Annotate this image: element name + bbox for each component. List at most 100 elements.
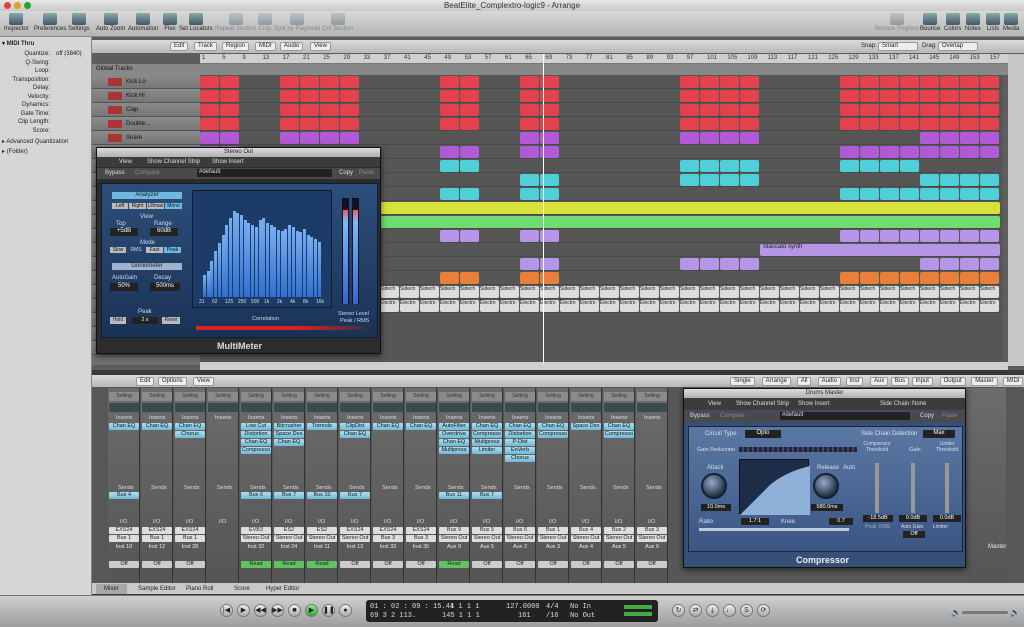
- limiter-button[interactable]: Limiter: [933, 524, 948, 530]
- automation-mode[interactable]: Off: [538, 561, 568, 568]
- mm-show-strip[interactable]: Show Channel Strip: [147, 159, 200, 165]
- region[interactable]: [460, 272, 479, 284]
- region[interactable]: [960, 90, 979, 102]
- region[interactable]: Sidech: [660, 286, 679, 298]
- region[interactable]: [920, 174, 939, 186]
- region[interactable]: [680, 104, 699, 116]
- region[interactable]: [740, 160, 759, 172]
- region[interactable]: Sidech: [840, 286, 859, 298]
- strip-setting-button[interactable]: Setting: [208, 392, 238, 401]
- region[interactable]: [940, 132, 959, 144]
- region[interactable]: [440, 230, 459, 242]
- toolbar-colors-button[interactable]: Colors: [944, 13, 961, 32]
- strip-setting-button[interactable]: Setting: [274, 392, 304, 401]
- input-slot[interactable]: EXS24: [406, 527, 436, 534]
- region[interactable]: Electro: [820, 300, 839, 312]
- insert-plugin-slot[interactable]: Chan EQ: [604, 423, 634, 430]
- region[interactable]: [840, 104, 859, 116]
- region[interactable]: [220, 90, 239, 102]
- region[interactable]: [380, 216, 1000, 228]
- automation-mode[interactable]: Off: [637, 561, 667, 568]
- arrange-horizontal-scrollbar[interactable]: [200, 362, 1008, 370]
- insert-plugin-slot[interactable]: Compresso: [472, 431, 502, 438]
- arrange-midi-menu[interactable]: MIDI: [255, 42, 276, 51]
- toolbar-bounce-button[interactable]: Bounce: [920, 13, 940, 32]
- insert-plugin-slot[interactable]: Chan EQ: [241, 439, 271, 446]
- automation-mode[interactable]: Off: [505, 561, 535, 568]
- region[interactable]: Sidech: [520, 286, 539, 298]
- region[interactable]: [300, 118, 319, 130]
- input-slot[interactable]: EXS24: [175, 527, 205, 534]
- eq-thumbnail[interactable]: [571, 403, 601, 412]
- circuit-type-select[interactable]: Opto: [745, 430, 781, 438]
- region[interactable]: [460, 230, 479, 242]
- region[interactable]: Sidech: [860, 286, 879, 298]
- output-slot[interactable]: Bus 3: [373, 535, 403, 542]
- region[interactable]: [680, 174, 699, 186]
- input-slot[interactable]: ES2: [307, 527, 337, 534]
- region[interactable]: [940, 146, 959, 158]
- region[interactable]: [980, 146, 999, 158]
- strip-setting-button[interactable]: Setting: [307, 392, 337, 401]
- insert-plugin-slot[interactable]: Chan EQ: [340, 431, 370, 438]
- output-slot[interactable]: Stereo Out: [538, 535, 568, 542]
- toolbar-cut-section-button[interactable]: Cut Section: [322, 13, 353, 32]
- toolbar-inspector-button[interactable]: Inspector: [4, 13, 29, 32]
- insert-plugin-slot[interactable]: Chorus: [505, 455, 535, 462]
- region[interactable]: [920, 118, 939, 130]
- insert-plugin-slot[interactable]: Compresso: [241, 447, 271, 454]
- region[interactable]: [880, 230, 899, 242]
- region[interactable]: [840, 272, 859, 284]
- eq-thumbnail[interactable]: [604, 403, 634, 412]
- send-slot[interactable]: Bus 11: [439, 492, 469, 499]
- region[interactable]: [380, 202, 1000, 214]
- region[interactable]: [720, 258, 739, 270]
- output-slot[interactable]: Stereo Out: [307, 535, 337, 542]
- toolbar-flex-button[interactable]: Flex: [163, 13, 177, 32]
- region[interactable]: [980, 90, 999, 102]
- strip-setting-button[interactable]: Setting: [340, 392, 370, 401]
- arrange-audio-menu[interactable]: Audio: [280, 42, 304, 51]
- mixer-view-filter[interactable]: MIDI: [1002, 377, 1024, 386]
- comp-sidechain-select[interactable]: None: [912, 401, 926, 407]
- region[interactable]: [860, 146, 879, 158]
- input-slot[interactable]: EVB3: [241, 527, 271, 534]
- region[interactable]: [940, 76, 959, 88]
- eq-thumbnail[interactable]: [439, 403, 469, 412]
- insert-plugin-slot[interactable]: Chan EQ: [175, 423, 205, 430]
- sc-detect-select[interactable]: Max: [923, 430, 955, 438]
- region[interactable]: [520, 132, 539, 144]
- advanced-quantization[interactable]: ▸ Advanced Quantization: [2, 138, 90, 146]
- insert-plugin-slot[interactable]: Chan EQ: [142, 423, 172, 430]
- region[interactable]: [880, 76, 899, 88]
- region[interactable]: Electro: [700, 300, 719, 312]
- region[interactable]: [460, 160, 479, 172]
- region[interactable]: [840, 160, 859, 172]
- region[interactable]: [960, 146, 979, 158]
- limiter-value[interactable]: 0.0dB: [933, 515, 961, 522]
- region[interactable]: [440, 160, 459, 172]
- region[interactable]: [960, 188, 979, 200]
- strip-setting-button[interactable]: Setting: [109, 392, 139, 401]
- toolbar-set-locators-button[interactable]: Set Locators: [179, 13, 213, 32]
- tab-hyper-editor[interactable]: Hyper Editor: [258, 584, 307, 594]
- output-slot[interactable]: Stereo Out: [604, 535, 634, 542]
- region[interactable]: [740, 132, 759, 144]
- strip-setting-button[interactable]: Setting: [571, 392, 601, 401]
- insert-plugin-slot[interactable]: Chan EQ: [439, 439, 469, 446]
- mm-slow[interactable]: Slow: [110, 247, 126, 253]
- insert-plugin-slot[interactable]: Multipress: [439, 447, 469, 454]
- output-slot[interactable]: Stereo Out: [241, 535, 271, 542]
- play-button[interactable]: ▶: [305, 604, 318, 617]
- mm-copy-button[interactable]: Copy: [339, 170, 353, 176]
- region[interactable]: Electro: [600, 300, 619, 312]
- region[interactable]: Electro: [760, 300, 779, 312]
- region[interactable]: [300, 76, 319, 88]
- region[interactable]: Sidech: [620, 286, 639, 298]
- track-header[interactable]: Clap: [92, 103, 200, 117]
- region[interactable]: [880, 160, 899, 172]
- comp-paste-button[interactable]: Paste: [942, 413, 957, 419]
- inspector-row[interactable]: Q-Swing:: [2, 59, 90, 67]
- region[interactable]: [880, 90, 899, 102]
- region[interactable]: [200, 76, 219, 88]
